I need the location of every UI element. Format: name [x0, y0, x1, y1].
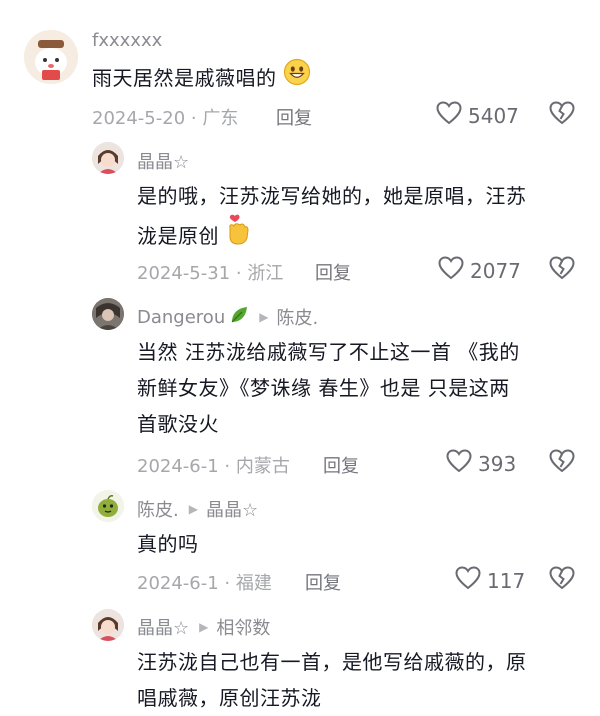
- reply-arrow-icon: ▶: [188, 502, 198, 516]
- username-text[interactable]: fxxxxxx: [92, 30, 162, 51]
- comment-date: 2024-5-31: [137, 263, 231, 284]
- comment-meta: 2024-5-20 · 广东: [92, 104, 238, 130]
- comment-text-line: 是的哦，汪苏泷写给她的，她是原唱，汪苏: [137, 184, 527, 208]
- reply-arrow-icon: ▶: [199, 620, 209, 634]
- meta-separator: ·: [218, 456, 236, 477]
- username[interactable]: 晶晶☆ ▶ 相邻数: [137, 614, 270, 640]
- reply-button[interactable]: 回复: [315, 259, 351, 285]
- username-text[interactable]: 陈皮.: [137, 496, 179, 522]
- reply-to-username[interactable]: 相邻数: [216, 614, 270, 640]
- username-text[interactable]: Dangerou: [137, 307, 225, 328]
- reply-button[interactable]: 回复: [305, 569, 341, 595]
- comment-text-line: 当然 汪苏泷给戚薇写了不止这一首 《我的: [137, 340, 520, 364]
- heart-icon[interactable]: [436, 101, 462, 130]
- avatar[interactable]: [92, 609, 124, 641]
- dislike-button[interactable]: [549, 256, 575, 284]
- heart-icon[interactable]: [446, 449, 472, 478]
- avatar[interactable]: [92, 142, 124, 174]
- like-count: 117: [487, 568, 526, 593]
- reply-to-username[interactable]: 晶晶☆: [206, 496, 258, 522]
- dislike-button[interactable]: [549, 566, 575, 594]
- like-button[interactable]: 117: [455, 566, 525, 595]
- broken-heart-icon[interactable]: [549, 566, 575, 594]
- grinning-face-icon: [283, 58, 311, 97]
- comment-text-line: 雨天居然是戚薇唱的: [92, 65, 277, 90]
- reply-button[interactable]: 回复: [276, 104, 312, 130]
- comment-location: 福建: [235, 573, 272, 594]
- dislike-button[interactable]: [549, 449, 575, 477]
- like-count: 5407: [468, 103, 519, 128]
- username[interactable]: Dangerou ▶ 陈皮.: [137, 304, 318, 330]
- comment-text: 当然 汪苏泷给戚薇写了不止这一首 《我的 新鲜女友》《梦诛缘 春生》也是 只是这…: [137, 334, 582, 442]
- comment-text: 汪苏泷自己也有一首，是他写给戚薇的，原 唱戚薇，原创汪苏泷: [137, 644, 577, 716]
- like-count: 393: [478, 451, 517, 476]
- comment-meta: 2024-6-1 · 内蒙古: [137, 452, 290, 478]
- comment-date: 2024-5-20: [92, 108, 186, 129]
- username[interactable]: 晶晶☆: [137, 148, 189, 174]
- comment-text: 真的吗: [137, 526, 199, 562]
- reply-to-username[interactable]: 陈皮.: [276, 304, 318, 330]
- comment-text: 雨天居然是戚薇唱的: [92, 58, 311, 97]
- leaf-icon: [229, 305, 249, 330]
- comment-text: 是的哦，汪苏泷写给她的，她是原唱，汪苏 泷是原创: [137, 178, 577, 257]
- reply-button[interactable]: 回复: [323, 452, 359, 478]
- avatar[interactable]: [92, 490, 124, 522]
- meta-separator: ·: [185, 108, 203, 129]
- like-button[interactable]: 2077: [438, 256, 521, 285]
- comment-location: 浙江: [247, 263, 284, 284]
- comment-text-line: 汪苏泷自己也有一首，是他写给戚薇的，原: [137, 650, 527, 674]
- comment-meta: 2024-6-1 · 福建: [137, 569, 272, 595]
- like-button[interactable]: 5407: [436, 101, 519, 130]
- heart-icon[interactable]: [438, 256, 464, 285]
- comment-meta: 2024-5-31 · 浙江: [137, 259, 283, 285]
- username-text[interactable]: 晶晶☆: [137, 148, 189, 174]
- comment-location: 广东: [202, 108, 239, 129]
- avatar[interactable]: [24, 30, 78, 84]
- username[interactable]: fxxxxxx: [92, 30, 162, 51]
- finger-heart-icon: [225, 214, 251, 257]
- comment-date: 2024-6-1: [137, 456, 219, 477]
- comment-text-line: 真的吗: [137, 532, 199, 556]
- comment-date: 2024-6-1: [137, 573, 219, 594]
- meta-separator: ·: [230, 263, 248, 284]
- comment-text-line: 泷是原创: [137, 223, 219, 248]
- reply-arrow-icon: ▶: [259, 310, 269, 324]
- heart-icon[interactable]: [455, 566, 481, 595]
- comment-location: 内蒙古: [235, 456, 290, 477]
- broken-heart-icon[interactable]: [549, 101, 575, 129]
- broken-heart-icon[interactable]: [549, 256, 575, 284]
- username[interactable]: 陈皮. ▶ 晶晶☆: [137, 496, 258, 522]
- dislike-button[interactable]: [549, 101, 575, 129]
- like-button[interactable]: 393: [446, 449, 516, 478]
- comment-text-line: 新鲜女友》《梦诛缘 春生》也是 只是这两: [137, 376, 510, 400]
- avatar[interactable]: [92, 298, 124, 330]
- meta-separator: ·: [218, 573, 236, 594]
- like-count: 2077: [470, 258, 521, 283]
- broken-heart-icon[interactable]: [549, 449, 575, 477]
- comment-text-line: 首歌没火: [137, 412, 219, 436]
- username-text[interactable]: 晶晶☆: [137, 614, 189, 640]
